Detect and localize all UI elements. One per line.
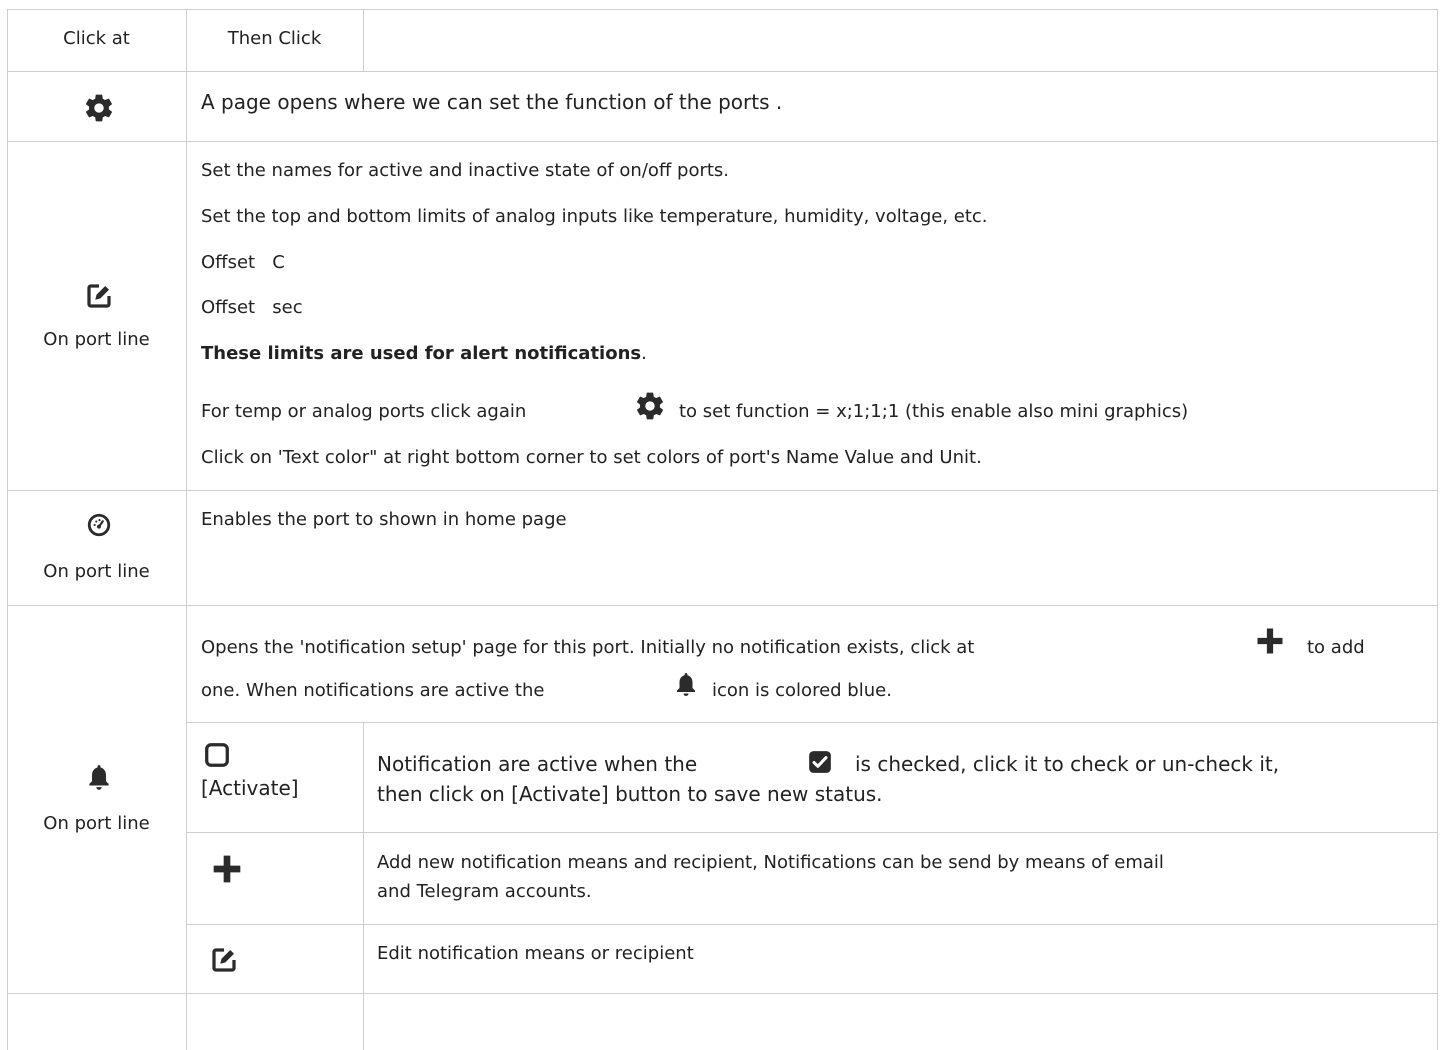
gear-row-text: A page opens where we can set the functi… bbox=[201, 90, 783, 114]
edit-icon[interactable] bbox=[209, 945, 239, 975]
bell-intro-after: to add bbox=[1307, 637, 1365, 658]
sub-plus-text-line2: and Telegram accounts. bbox=[377, 881, 592, 902]
gear-icon bbox=[637, 392, 663, 420]
edit-func-before: For temp or analog ports click again bbox=[201, 401, 527, 422]
bell-intro-line2-before: one. When notifications are active the bbox=[201, 680, 545, 701]
edit-row-label: On port line bbox=[43, 329, 150, 350]
sub-edit-text: Edit notification means or recipient bbox=[377, 943, 694, 964]
plus-icon bbox=[1257, 628, 1283, 654]
checked-checkbox-icon bbox=[809, 751, 831, 773]
sub-activate-text-line2: then click on [Activate] button to save … bbox=[377, 782, 883, 806]
dashboard-row-text: Enables the port to shown in home page bbox=[201, 509, 567, 530]
bell-icon bbox=[677, 673, 695, 696]
bell-intro-line2-after: icon is colored blue. bbox=[712, 680, 892, 701]
edit-color-line: Click on 'Text color" at right bottom co… bbox=[201, 447, 982, 468]
edit-line-3: Offset C bbox=[201, 252, 285, 273]
alert-limits-note: These limits are used for alert notifica… bbox=[201, 343, 642, 364]
sub-activate-text-before: Notification are active when the bbox=[377, 752, 698, 776]
edit-line-4: Offset sec bbox=[201, 297, 303, 318]
dashboard-row-label: On port line bbox=[43, 561, 150, 582]
edit-bold-line: These limits are used for alert notifica… bbox=[201, 343, 647, 364]
bell-intro-before: Opens the 'notification setup' page for … bbox=[201, 637, 975, 658]
sub-activate-text-after: is checked, click it to check or un-chec… bbox=[855, 752, 1280, 776]
activate-button-label[interactable]: [Activate] bbox=[201, 776, 299, 800]
bell-icon[interactable] bbox=[86, 763, 112, 793]
gear-icon[interactable] bbox=[83, 92, 115, 124]
edit-line-2: Set the top and bottom limits of analog … bbox=[201, 206, 988, 227]
bell-row-label: On port line bbox=[43, 813, 150, 834]
header-click-at: Click at bbox=[63, 28, 130, 49]
sub-plus-text: Add new notification means and recipient… bbox=[377, 852, 1164, 873]
checkbox-icon[interactable] bbox=[204, 742, 230, 768]
edit-icon[interactable] bbox=[84, 281, 114, 311]
plus-icon[interactable] bbox=[211, 853, 243, 885]
dashboard-icon[interactable] bbox=[86, 512, 112, 538]
edit-func-after: to set function = x;1;1;1 (this enable a… bbox=[679, 401, 1189, 422]
header-then-click: Then Click bbox=[227, 28, 322, 49]
edit-line-1: Set the names for active and inactive st… bbox=[201, 160, 730, 181]
